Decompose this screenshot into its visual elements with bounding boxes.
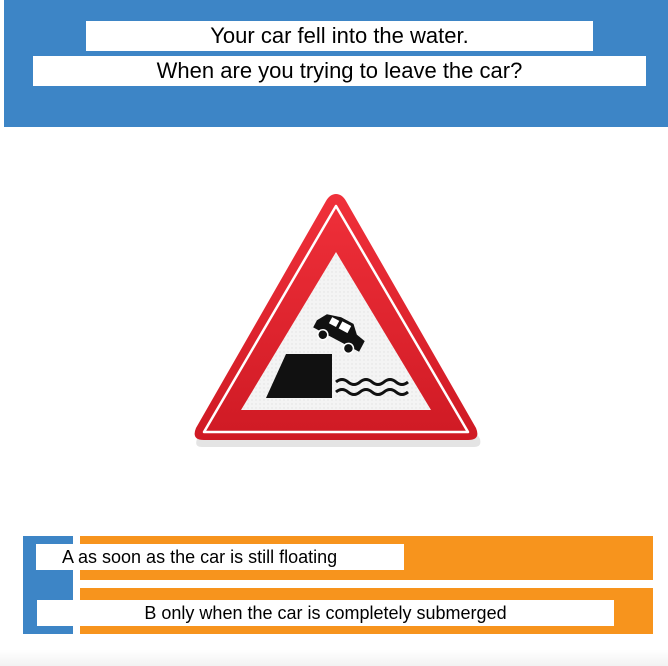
car-into-water-warning-sign-icon (186, 186, 486, 456)
question-line-2: When are you trying to leave the car? (33, 56, 646, 86)
answer-option-b-label[interactable]: B only when the car is completely submer… (37, 600, 614, 626)
quiz-page: Your car fell into the water. When are y… (0, 0, 668, 666)
warning-sign-graphic (194, 194, 481, 447)
answer-option-a-label[interactable]: A as soon as the car is still floating (36, 544, 404, 570)
question-line-1: Your car fell into the water. (86, 21, 593, 51)
bottom-edge (0, 650, 668, 666)
